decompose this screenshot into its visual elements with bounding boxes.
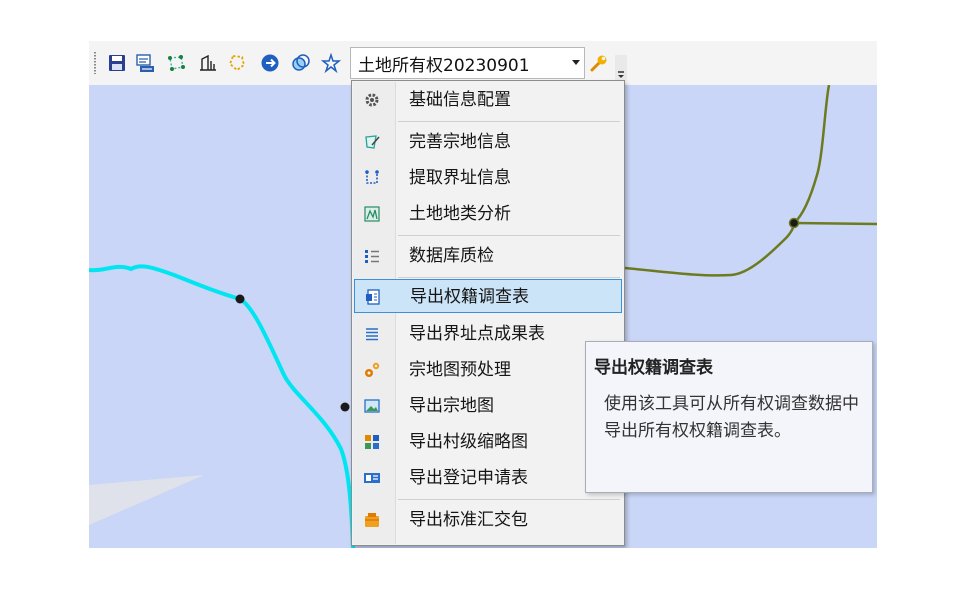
menu-item-database-qc[interactable]: 数据库质检 [354, 239, 622, 273]
overlay-icon [292, 54, 310, 71]
overflow-chevron-icon [615, 55, 627, 81]
menu-item-label: 基础信息配置 [409, 90, 511, 110]
polygon-icon [228, 55, 246, 72]
menu-item-label: 导出标准汇交包 [409, 510, 528, 530]
menu-item-export-parcel-map[interactable]: 导出宗地图 [354, 389, 622, 423]
tools-button[interactable] [587, 52, 611, 74]
boundary-vertex[interactable] [235, 294, 245, 304]
save-button[interactable] [106, 52, 128, 74]
menu-item-export-survey-table[interactable]: 导出权籍调查表 [354, 279, 622, 313]
menu-item-label: 导出界址点成果表 [409, 324, 545, 344]
wrench-icon [590, 55, 607, 72]
menu-item-export-standard-package[interactable]: 导出标准汇交包 [354, 503, 622, 537]
list-icon [363, 325, 381, 343]
menu-item-tooltip: 导出权籍调查表 使用该工具可从所有权调查数据中导出所有权权籍调查表。 [585, 341, 873, 493]
menu-item-label: 导出权籍调查表 [410, 287, 529, 307]
cogs-icon [363, 361, 381, 379]
menu-item-label: 导出宗地图 [409, 396, 494, 416]
tools-dropdown-menu: 基础信息配置 完善宗地信息 提取界址信息 土地地类分析 数据库质检 导出权籍调查… [351, 80, 625, 546]
gray-parcel-shape [89, 475, 204, 525]
toolbar-grip[interactable] [94, 52, 96, 74]
menu-item-parcel-map-preprocess[interactable]: 宗地图预处理 [354, 353, 622, 387]
menu-item-export-village-thumbnail[interactable]: 导出村级缩略图 [354, 425, 622, 459]
menu-item-label: 导出村级缩略图 [409, 432, 528, 452]
menu-item-label: 土地地类分析 [409, 204, 511, 224]
package-icon [363, 511, 381, 529]
menu-item-export-registration-form[interactable]: 导出登记申请表 [354, 461, 622, 495]
toolbar-overflow-button[interactable] [615, 55, 627, 81]
olive-boundary-line[interactable] [624, 85, 831, 277]
menu-item-complete-parcel-info[interactable]: 完善宗地信息 [354, 125, 622, 159]
sql-query-button[interactable] [134, 52, 156, 74]
menu-item-export-boundary-points[interactable]: 导出界址点成果表 [354, 317, 622, 351]
form-icon [363, 469, 381, 487]
boundary-extract-icon [363, 169, 381, 187]
menu-separator [398, 235, 620, 236]
thumbnail-grid-icon [363, 433, 381, 451]
overlay-button[interactable] [290, 52, 312, 74]
navigate-button[interactable] [259, 52, 281, 74]
document-export-icon [364, 288, 382, 306]
boundary-vertex[interactable] [340, 402, 350, 412]
menu-item-label: 导出登记申请表 [409, 468, 528, 488]
tooltip-title: 导出权籍调查表 [594, 358, 713, 378]
olive-boundary-line[interactable] [793, 221, 877, 226]
menu-item-label: 宗地图预处理 [409, 360, 511, 380]
land-analysis-icon [363, 205, 381, 223]
point-select-button[interactable] [165, 52, 187, 74]
gis-application: 土地所有权20230901 基础信息配置 完善宗地信息 提取界址信息 土地地类分… [89, 41, 877, 548]
layer-select[interactable]: 土地所有权20230901 [350, 47, 585, 79]
layer-select-value: 土地所有权20230901 [358, 55, 530, 76]
ruler-icon [200, 54, 216, 71]
menu-item-basic-config[interactable]: 基础信息配置 [354, 83, 622, 117]
sql-query-icon [136, 54, 154, 72]
save-icon [109, 55, 125, 71]
edit-parcel-icon [363, 133, 381, 151]
gear-icon [363, 91, 381, 109]
toolbar: 土地所有权20230901 [89, 41, 877, 85]
polygon-button[interactable] [226, 52, 248, 74]
menu-item-label: 数据库质检 [409, 246, 494, 266]
star-tool-icon [321, 53, 341, 73]
tooltip-description: 使用该工具可从所有权调查数据中导出所有权权籍调查表。 [604, 394, 859, 441]
menu-separator [398, 121, 620, 122]
navigate-icon [261, 54, 279, 72]
menu-item-land-type-analysis[interactable]: 土地地类分析 [354, 197, 622, 231]
menu-item-extract-boundary[interactable]: 提取界址信息 [354, 161, 622, 195]
boundary-vertex[interactable] [788, 217, 800, 229]
menu-item-label: 完善宗地信息 [409, 132, 511, 152]
menu-separator [398, 499, 620, 500]
point-select-icon [168, 55, 185, 71]
star-tool-button[interactable] [320, 52, 342, 74]
menu-item-label: 提取界址信息 [409, 168, 511, 188]
checklist-icon [363, 247, 381, 265]
chevron-down-icon[interactable] [572, 60, 580, 65]
menu-separator [398, 277, 620, 278]
image-icon [363, 397, 381, 415]
ruler-button[interactable] [197, 52, 219, 74]
